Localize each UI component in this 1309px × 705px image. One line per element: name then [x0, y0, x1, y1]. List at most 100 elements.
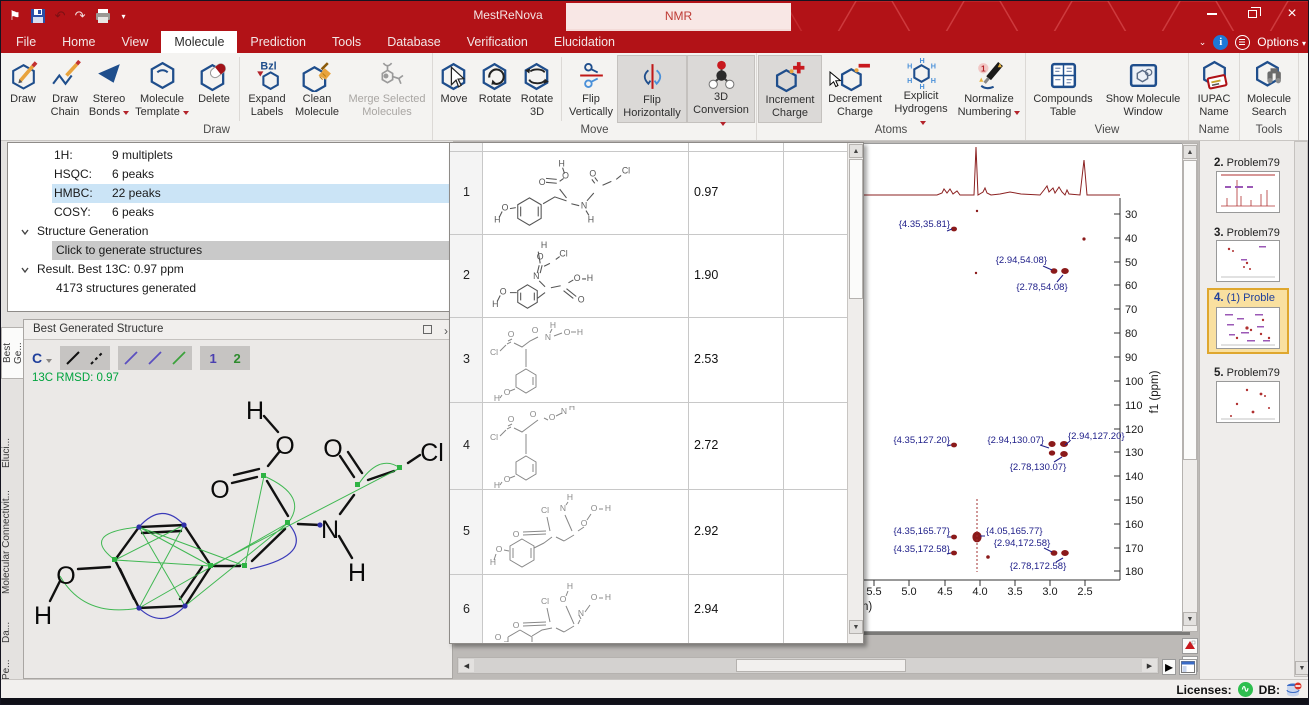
document-hscrollbar[interactable]: ◀ ▶ [457, 657, 1159, 674]
expand-labels-button[interactable]: Bzl ExpandLabels [243, 55, 291, 123]
page-thumbnail-5[interactable] [1216, 381, 1280, 423]
iupac-name-button[interactable]: IUPACName [1190, 55, 1238, 123]
restore-button[interactable] [1240, 5, 1264, 23]
structure-cell-4[interactable]: ClOOONHOH [486, 406, 686, 488]
menu-tools[interactable]: Tools [319, 31, 374, 53]
tree-node-result[interactable]: Result. Best 13C: 0.97 ppm [8, 260, 184, 279]
menu-molecule[interactable]: Molecule [161, 31, 237, 53]
scrollbar-thumb[interactable] [849, 159, 863, 299]
delete-button[interactable]: Delete [192, 55, 236, 123]
expand-pages-button[interactable]: ▸ [1162, 659, 1176, 675]
spectrum-page[interactable]: 3040 5060 7080 90100 110120 130140 15016… [857, 143, 1187, 632]
tree-item-hmbc-selected[interactable]: HMBC:22 peaks [52, 184, 450, 203]
bond-solid-button[interactable] [61, 347, 85, 369]
flip-vertically-button[interactable]: FlipVertically [565, 55, 617, 123]
explicit-hydrogens-button[interactable]: HHHHHH ExplicitHydrogens [888, 55, 954, 123]
draw-chain-button[interactable]: DrawChain [44, 55, 86, 123]
print-icon[interactable] [94, 8, 112, 24]
quick-access-dropdown-icon[interactable]: ▾ [121, 12, 125, 21]
tree-item-hsqc[interactable]: HSQC:6 peaks [52, 165, 452, 184]
page-item-3[interactable]: 3. Problem79 [1214, 227, 1306, 239]
decrement-charge-button[interactable]: DecrementCharge [822, 55, 888, 123]
menu-file[interactable]: File [3, 31, 49, 53]
menu-home[interactable]: Home [49, 31, 108, 53]
tree-item-structures-generated[interactable]: 4173 structures generated [56, 279, 196, 298]
save-icon[interactable] [30, 8, 46, 24]
options-menu[interactable]: Options ▾ [1257, 35, 1306, 49]
rotate-button[interactable]: Rotate [474, 55, 516, 123]
flip-horizontally-button[interactable]: FlipHorizontally [617, 55, 687, 123]
ribbon-collapse-icon[interactable]: ⌄ [1199, 37, 1207, 48]
bond-order-2-button[interactable]: 2 [225, 347, 249, 369]
side-tab-molecular-connectivity[interactable]: Molecular Connectivit... [1, 483, 23, 601]
draw-button[interactable]: Draw [2, 55, 44, 123]
structure-cell-3[interactable]: ClOONHOHOH [486, 321, 686, 401]
scroll-right-arrow[interactable]: ▶ [1142, 659, 1157, 672]
close-button[interactable]: × [1280, 5, 1304, 23]
generate-structures-button[interactable]: Click to generate structures [52, 241, 450, 260]
correlation-purple-2-button[interactable] [143, 347, 167, 369]
scrollbar-thumb[interactable] [1183, 160, 1197, 460]
side-tab-da[interactable]: Da... [1, 615, 23, 649]
correlation-purple-1-button[interactable] [119, 347, 143, 369]
scroll-down-arrow[interactable]: ▼ [849, 620, 863, 634]
minimize-button[interactable] [1200, 5, 1224, 23]
info-icon[interactable]: i [1213, 35, 1228, 50]
scrollbar-thumb[interactable] [736, 659, 906, 672]
page-item-2[interactable]: 2. Problem79 [1214, 157, 1306, 169]
redo-icon[interactable]: ↷ [75, 8, 86, 24]
float-panel-icon[interactable] [423, 325, 432, 334]
molecule-template-button[interactable]: MoleculeTemplate [132, 55, 192, 123]
structure-cell-5[interactable]: OClNHOHOOH [486, 493, 686, 575]
page-thumbnail-3[interactable] [1216, 240, 1280, 282]
panel-close-icon[interactable]: › [444, 322, 448, 341]
show-molecule-window-button[interactable]: Show MoleculeWindow [1099, 55, 1187, 123]
move-button[interactable]: Move [434, 55, 474, 123]
scroll-down-arrow[interactable]: ▼ [1183, 612, 1197, 626]
tree-item-cosy[interactable]: COSY:6 peaks [52, 203, 452, 222]
tree-node-structure-generation[interactable]: Structure Generation [8, 222, 148, 241]
page-thumbnail-2[interactable] [1216, 171, 1280, 213]
clean-molecule-button[interactable]: CleanMolecule [291, 55, 343, 123]
structure-cell-1[interactable]: HOOOClNHOH [486, 155, 686, 233]
scroll-down-arrow[interactable]: ▼ [1295, 661, 1309, 675]
side-tab-best-generated[interactable]: Best Ge... [1, 327, 23, 379]
compounds-table-button[interactable]: CompoundsTable [1027, 55, 1099, 123]
side-tab-elucidation[interactable]: Eluci... [1, 429, 23, 477]
atom-symbol-selector[interactable]: C [32, 350, 52, 366]
pages-panel-scrollbar[interactable]: ▼ [1294, 141, 1308, 677]
normalize-numbering-button[interactable]: 1 NormalizeNumbering [954, 55, 1024, 123]
menu-verification[interactable]: Verification [454, 31, 541, 53]
rotate-3d-button[interactable]: Rotate3D [516, 55, 558, 123]
correlation-green-button[interactable] [167, 347, 191, 369]
page-item-5[interactable]: 5. Problem79 [1214, 367, 1306, 379]
flag-icon[interactable]: ⚑ [9, 8, 21, 24]
menu-database[interactable]: Database [374, 31, 454, 53]
stereo-bonds-button[interactable]: StereoBonds [86, 55, 132, 123]
licenses-status-icon[interactable]: ∿ [1238, 682, 1253, 697]
undo-icon[interactable]: ↶ [55, 8, 66, 24]
increment-charge-button[interactable]: IncrementCharge [758, 55, 822, 123]
bond-order-1-button[interactable]: 1 [201, 347, 225, 369]
document-vscrollbar[interactable]: ▲ ▼ [1182, 143, 1198, 632]
3d-conversion-button[interactable]: 3DConversion [687, 55, 755, 123]
tree-item-1h[interactable]: 1H:9 multiplets [52, 146, 452, 165]
page-grid-view-button[interactable] [1179, 659, 1197, 675]
license-doc-icon[interactable] [1235, 35, 1250, 50]
menu-view[interactable]: View [109, 31, 162, 53]
page-thumbnail-4[interactable] [1216, 307, 1280, 349]
bond-dashed-button[interactable] [85, 347, 109, 369]
molecule-search-button[interactable]: MoleculeSearch [1241, 55, 1297, 123]
scroll-up-arrow[interactable]: ▲ [849, 144, 863, 158]
structure-cell-6[interactable]: OClOHOHNO [486, 578, 686, 642]
menu-elucidation[interactable]: Elucidation [541, 31, 628, 53]
best-structure-molecule[interactable]: H O O O Cl N H O H [24, 388, 452, 678]
menu-prediction[interactable]: Prediction [237, 31, 319, 53]
previous-page-button[interactable] [1182, 638, 1198, 654]
table-scrollbar[interactable]: ▲ ▼ [847, 143, 863, 643]
scroll-up-arrow[interactable]: ▲ [1183, 145, 1197, 159]
structure-cell-2[interactable]: HOClNOHOOH [486, 238, 686, 316]
scroll-left-arrow[interactable]: ◀ [459, 659, 474, 672]
page-item-4-selected[interactable]: 4. (1) Proble [1207, 288, 1289, 354]
db-status-icon[interactable] [1286, 682, 1302, 698]
